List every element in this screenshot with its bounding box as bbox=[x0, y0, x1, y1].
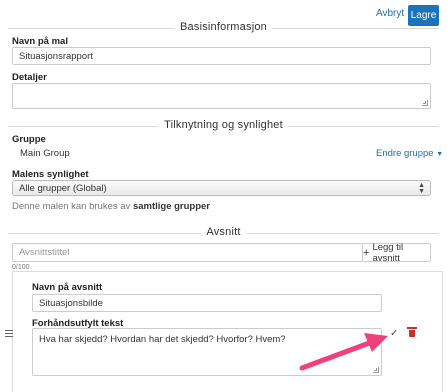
select-arrows-icon: ▲ ▼ bbox=[418, 182, 425, 195]
section-name-label: Navn på avsnitt bbox=[32, 282, 103, 293]
visibility-select-value: Alle grupper (Global) bbox=[19, 182, 107, 194]
resize-grip-icon[interactable] bbox=[422, 100, 428, 106]
title-char-counter: 0/100 bbox=[12, 264, 30, 271]
group-value: Main Group bbox=[20, 148, 70, 159]
section-title-input[interactable]: Avsnittstittel bbox=[12, 243, 363, 262]
cancel-button[interactable]: Avbryt bbox=[376, 8, 404, 19]
details-label: Detaljer bbox=[12, 72, 47, 83]
visibility-label: Malens synlighet bbox=[12, 169, 89, 180]
plus-icon: + bbox=[363, 246, 370, 259]
visibility-help-prefix: Denne malen kan brukes av bbox=[12, 201, 133, 212]
caret-down-icon: ▼ bbox=[436, 151, 444, 158]
drag-handle-icon[interactable] bbox=[5, 330, 13, 339]
visibility-help-text: Denne malen kan brukes av samtlige grupp… bbox=[12, 201, 210, 212]
visibility-select[interactable]: Alle grupper (Global) ▲ ▼ bbox=[12, 180, 431, 196]
checkmark-icon[interactable]: ✓ bbox=[390, 328, 398, 339]
section-title: Tilknytning og synlighet bbox=[158, 119, 289, 131]
section-name-input[interactable]: Situasjonsbilde bbox=[32, 294, 382, 312]
section-header-sections: Avsnitt bbox=[8, 226, 439, 240]
template-name-input[interactable]: Situasjonsrapport bbox=[12, 47, 431, 65]
change-group-label: Endre gruppe bbox=[376, 148, 434, 159]
section-header-basic: Basisinformasjon bbox=[8, 21, 439, 35]
details-textarea[interactable] bbox=[12, 83, 431, 109]
section-title: Basisinformasjon bbox=[174, 21, 273, 33]
add-section-button[interactable]: + Legg til avsnitt bbox=[363, 241, 431, 264]
visibility-help-emphasis: samtlige grupper bbox=[132, 201, 211, 212]
section-title: Avsnitt bbox=[200, 226, 247, 238]
group-label: Gruppe bbox=[12, 134, 46, 145]
change-group-link[interactable]: Endre gruppe ▼ bbox=[376, 148, 443, 159]
section-header-visibility: Tilknytning og synlighet bbox=[8, 119, 439, 133]
prefill-textarea[interactable]: Hva har skjedd? Hvordan har det skjedd? … bbox=[32, 328, 382, 376]
resize-grip-icon[interactable] bbox=[373, 367, 379, 373]
template-name-label: Navn på mal bbox=[12, 36, 68, 47]
add-section-label: Legg til avsnitt bbox=[372, 241, 404, 264]
prefill-text-value: Hva har skjedd? Hvordan har det skjedd? … bbox=[39, 334, 286, 345]
trash-icon[interactable] bbox=[407, 327, 417, 337]
